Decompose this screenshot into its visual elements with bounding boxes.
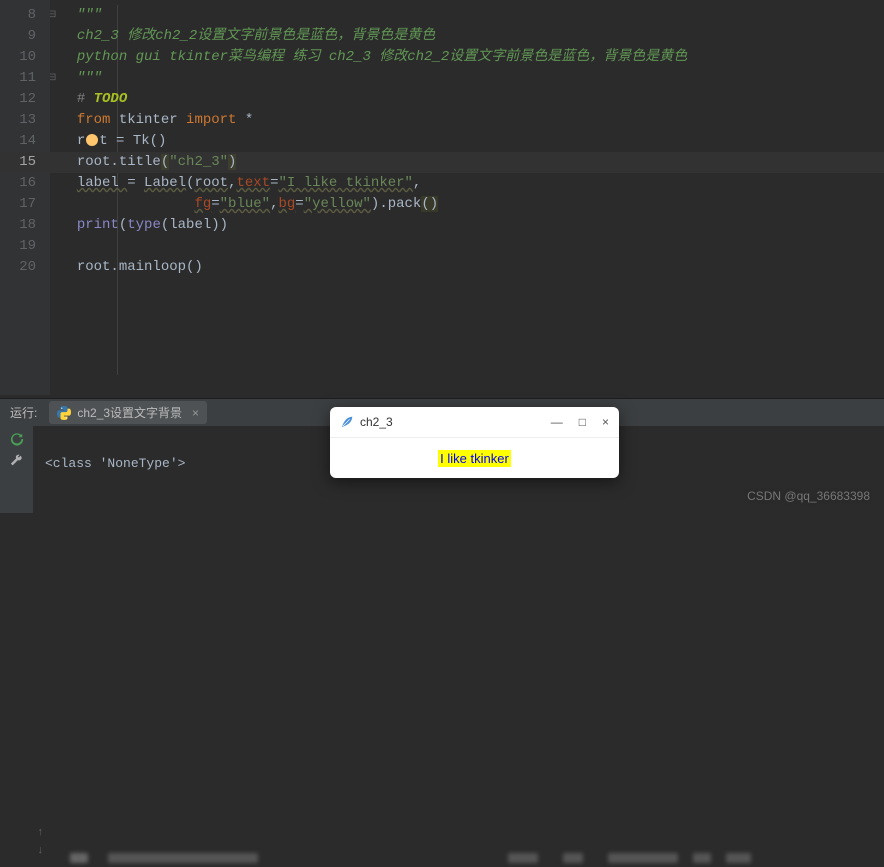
- method-mainloop: root.mainloop: [77, 259, 186, 275]
- indent: [77, 196, 195, 212]
- kwarg-fg: fg: [194, 196, 211, 212]
- python-icon: [57, 406, 71, 420]
- code-text: t = Tk: [99, 133, 149, 149]
- parens: )): [211, 217, 228, 233]
- feather-icon: [340, 415, 354, 429]
- keyword-import: import: [186, 112, 245, 128]
- docstring-quote: """: [77, 7, 102, 23]
- paren: ): [228, 154, 236, 170]
- comment-hash: #: [77, 91, 94, 107]
- wrench-icon[interactable]: [10, 454, 24, 468]
- code-text: r: [77, 133, 85, 149]
- eq: =: [270, 175, 278, 191]
- run-label: 运行:: [10, 404, 37, 421]
- run-tab[interactable]: ch2_3设置文字背景 ×: [49, 401, 207, 424]
- line-number: 16: [0, 173, 50, 194]
- code-text: =: [127, 175, 144, 191]
- line-number: 8: [0, 5, 50, 26]
- line-number: 12: [0, 89, 50, 110]
- line-gutter: 8 9 10 11 12 13 14 15 16 17 18 19 20: [0, 0, 50, 395]
- maximize-icon[interactable]: □: [579, 415, 586, 429]
- parens: (): [186, 259, 203, 275]
- docstring-quote: """: [77, 70, 102, 86]
- todo-marker: TODO: [94, 91, 128, 107]
- line-number-current: 15: [0, 152, 50, 173]
- var-label: label: [77, 175, 127, 191]
- kwarg-text: text: [236, 175, 270, 191]
- string-literal: "ch2_3": [169, 154, 228, 170]
- tk-label: I like tkinker: [438, 450, 511, 467]
- var-label: label: [169, 217, 211, 233]
- docstring-line: python gui tkinter菜鸟编程 练习 ch2_3 修改ch2_2设…: [77, 49, 687, 65]
- watermark: CSDN @qq_36683398: [747, 489, 870, 503]
- line-number: 18: [0, 215, 50, 236]
- eq: =: [211, 196, 219, 212]
- docstring-line: ch2_3 修改ch2_2设置文字前景色是蓝色，背景色是黄色: [77, 28, 435, 44]
- code-editor[interactable]: 8 9 10 11 12 13 14 15 16 17 18 19 20 ⊟ "…: [0, 0, 884, 395]
- paren: (: [161, 217, 169, 233]
- code-area[interactable]: ⊟ """ ch2_3 修改ch2_2设置文字前景色是蓝色，背景色是黄色 pyt…: [50, 0, 884, 395]
- lightbulb-icon[interactable]: [86, 134, 98, 146]
- run-tab-label: ch2_3设置文字背景: [77, 404, 182, 421]
- import-star: *: [245, 112, 253, 128]
- rerun-icon[interactable]: [10, 432, 24, 446]
- method-pack: .pack: [379, 196, 421, 212]
- line-number: 17: [0, 194, 50, 215]
- line-number: 19: [0, 236, 50, 257]
- nav-arrows: ↑ ↓: [37, 827, 44, 857]
- line-number: 13: [0, 110, 50, 131]
- comma: ,: [413, 175, 421, 191]
- builtin-print: print: [77, 217, 119, 233]
- module-name: tkinter: [119, 112, 186, 128]
- arrow-up-icon[interactable]: ↑: [37, 827, 44, 839]
- builtin-type: type: [127, 217, 161, 233]
- line-number: 11: [0, 68, 50, 89]
- minimize-icon[interactable]: —: [551, 415, 563, 429]
- string-literal: "blue": [220, 196, 270, 212]
- paren: (: [161, 154, 169, 170]
- blurred-path: [70, 849, 884, 867]
- close-icon[interactable]: ×: [192, 406, 199, 420]
- tk-title-text: ch2_3: [360, 415, 393, 429]
- line-number: 10: [0, 47, 50, 68]
- string-literal: "yellow": [304, 196, 371, 212]
- tk-titlebar[interactable]: ch2_3 — □ ×: [330, 407, 619, 438]
- line-number: 14: [0, 131, 50, 152]
- class-name: Label: [144, 175, 186, 191]
- line-number: 9: [0, 26, 50, 47]
- eq: =: [295, 196, 303, 212]
- string-literal: "I like tkinker": [279, 175, 413, 191]
- paren: (: [119, 217, 127, 233]
- arrow-down-icon[interactable]: ↓: [37, 845, 44, 857]
- close-icon[interactable]: ×: [602, 415, 609, 429]
- run-toolbar: [0, 426, 33, 513]
- parens: (): [421, 196, 438, 212]
- code-text: root.title: [77, 154, 161, 170]
- arg: root: [194, 175, 228, 191]
- kwarg-bg: bg: [278, 196, 295, 212]
- tkinter-window[interactable]: ch2_3 — □ × I like tkinker: [330, 407, 619, 478]
- line-number: 20: [0, 257, 50, 278]
- keyword-from: from: [77, 112, 119, 128]
- parens: (): [150, 133, 167, 149]
- tk-body: I like tkinker: [330, 438, 619, 478]
